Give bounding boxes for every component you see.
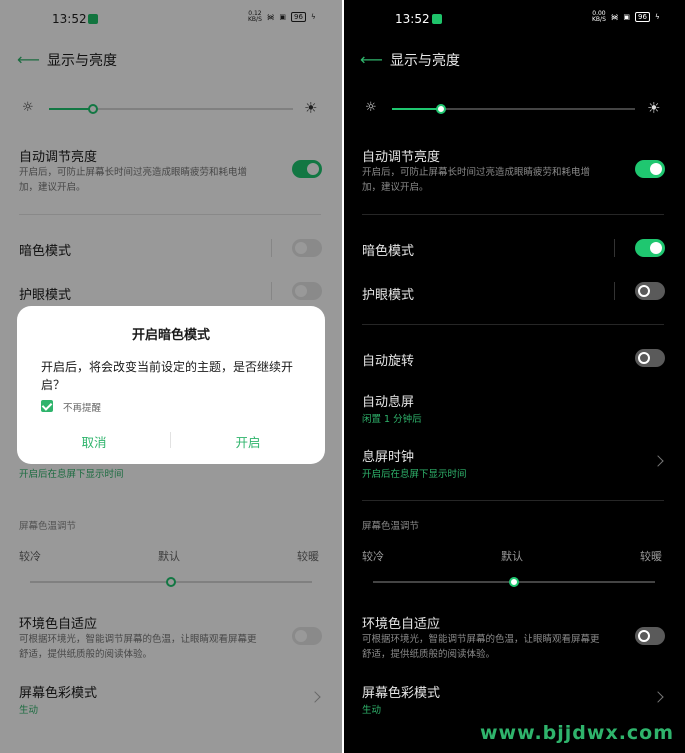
dark-mode-title: 暗色模式 bbox=[362, 244, 415, 259]
color-temp-thumb[interactable] bbox=[509, 577, 519, 587]
auto-brightness-desc: 开启后，可防止屏幕长时间过亮造成眼睛疲劳和耗电增 加，建议开启。 bbox=[362, 167, 591, 193]
aod-clock-value: 开启后在息屏下显示时间 bbox=[362, 469, 467, 480]
chevron-right-icon[interactable] bbox=[652, 691, 664, 703]
divider bbox=[362, 214, 664, 215]
eye-care-title: 护眼模式 bbox=[362, 288, 415, 303]
dark-screen: 13:52 0.00 KB/S ᯼ ▣ 96 ϟ ⟵ 显示与亮度 ☼ ☀ 自动调节… bbox=[344, 0, 685, 753]
arrow-left-icon[interactable]: ⟵ bbox=[360, 50, 383, 69]
sun-small-icon: ☼ bbox=[365, 100, 377, 115]
brightness-thumb[interactable] bbox=[435, 104, 446, 114]
ambient-desc: 可根据环境光，智能调节屏幕的色温，让眼睛观看屏幕更 舒适，提供纸质般的阅读体验。 bbox=[362, 634, 600, 660]
color-temp-warm: 较暖 bbox=[640, 550, 662, 563]
dialog-body: 开启后，将会改变当前设定的主题，是否继续开启？ bbox=[41, 360, 294, 392]
color-temp-cool: 较冷 bbox=[362, 550, 384, 563]
color-mode-value: 生动 bbox=[362, 705, 382, 716]
auto-brightness-title: 自动调节亮度 bbox=[362, 150, 441, 165]
wifi-icon: ᯼ bbox=[610, 12, 619, 21]
auto-rotate-title: 自动旋转 bbox=[362, 354, 415, 369]
eye-care-toggle[interactable] bbox=[635, 282, 665, 300]
color-temp-section: 屏幕色温调节 bbox=[362, 521, 420, 532]
confirm-button[interactable]: 开启 bbox=[171, 432, 325, 451]
battery-icon: 96 bbox=[635, 12, 650, 22]
dialog-title: 开启暗色模式 bbox=[131, 328, 210, 343]
page-title: 显示与亮度 bbox=[390, 53, 460, 69]
screen-timeout-title[interactable]: 自动息屏 bbox=[362, 391, 414, 410]
dont-remind-checkbox[interactable] bbox=[41, 400, 53, 412]
screen-timeout-value: 闲置 1 分钟后 bbox=[362, 414, 422, 425]
watermark-text: www.bjjdwx.com bbox=[480, 722, 675, 744]
auto-rotate-toggle[interactable] bbox=[635, 349, 665, 367]
color-temp-default: 默认 bbox=[501, 550, 523, 563]
notification-icon bbox=[432, 14, 442, 24]
sun-large-icon: ☀ bbox=[647, 99, 661, 117]
sim-icon: ▣ bbox=[623, 13, 631, 21]
dark-mode-toggle[interactable] bbox=[635, 239, 665, 257]
brightness-fill bbox=[392, 108, 441, 110]
dont-remind-label: 不再提醒 bbox=[63, 403, 102, 414]
divider bbox=[362, 324, 664, 325]
cancel-button[interactable]: 取消 bbox=[17, 432, 171, 451]
light-screen: 13:52 0.12 KB/S ᯼ ▣ 96 ϟ ⟵ 显示与亮度 ☼ ☀ 自动调节… bbox=[0, 0, 342, 753]
auto-brightness-toggle[interactable] bbox=[635, 160, 665, 178]
color-mode-title[interactable]: 屏幕色彩模式 bbox=[362, 682, 440, 701]
dark-mode-dialog: 开启暗色模式 开启后，将会改变当前设定的主题，是否继续开启？ 不再提醒 取消 开… bbox=[17, 306, 325, 464]
chevron-right-icon[interactable] bbox=[652, 455, 664, 467]
ambient-toggle[interactable] bbox=[635, 627, 665, 645]
divider bbox=[362, 500, 664, 501]
status-icons: 0.00 KB/S ᯼ ▣ 96 ϟ bbox=[592, 11, 660, 23]
charging-icon: ϟ bbox=[654, 13, 660, 21]
network-speed: 0.00 KB/S bbox=[592, 10, 606, 23]
status-time: 13:52 bbox=[395, 12, 430, 26]
ambient-title: 环境色自适应 bbox=[362, 617, 441, 632]
aod-clock-title[interactable]: 息屏时钟 bbox=[362, 446, 414, 465]
